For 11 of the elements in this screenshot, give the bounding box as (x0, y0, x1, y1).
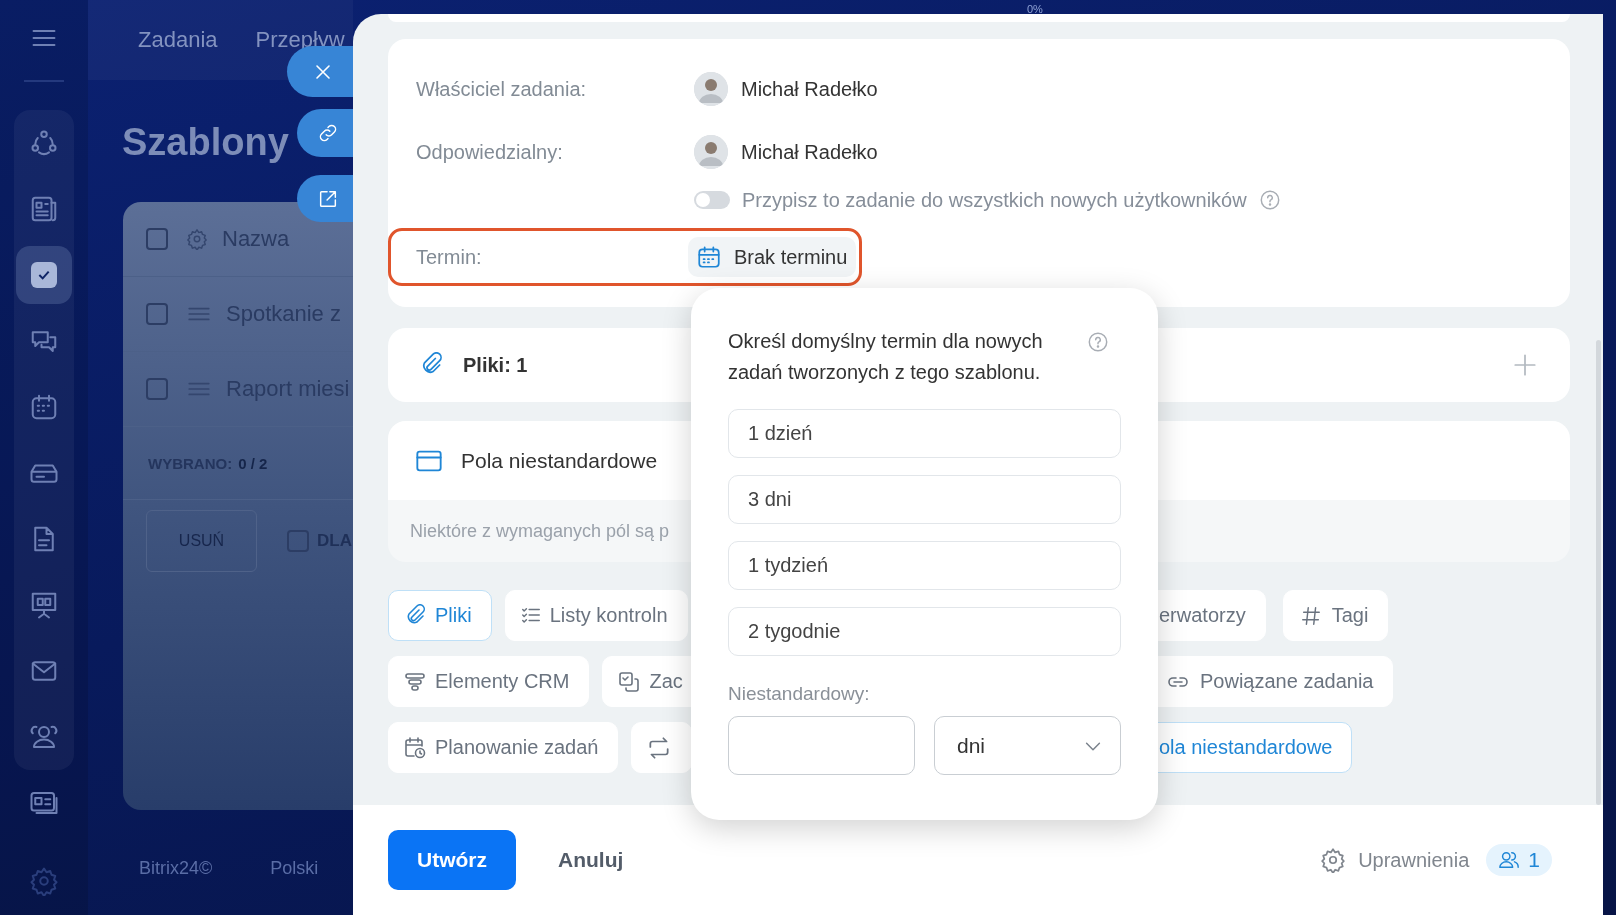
section-title: Pola niestandardowe (461, 448, 658, 473)
popup-description: Określ domyślny termin dla nowych zadań tworzonych z tego szablonu. (728, 329, 1044, 385)
toggle-label: Przypisz to zadanie do wszystkich nowych użytkowników (742, 188, 1247, 212)
page-title: Szablony (122, 120, 289, 165)
field-label: Odpowiedzialny: (416, 140, 564, 164)
progress-text: 0% (1027, 3, 1043, 15)
field-label: Termin: (416, 245, 483, 269)
selection-count: 0 / 2 (238, 454, 268, 472)
field-label: Niestandardowy: (728, 682, 871, 706)
field-label: Właściciel zadania: (416, 77, 588, 101)
notice-text: Niektóre z wymaganych pól są p (410, 519, 670, 543)
